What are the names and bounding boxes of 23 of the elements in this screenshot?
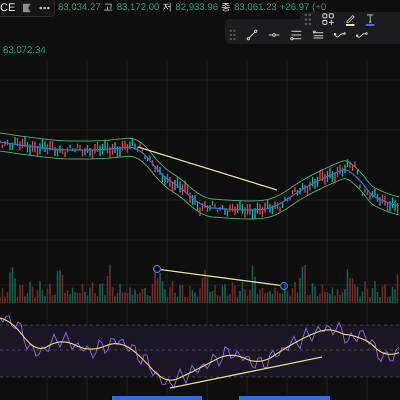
drag-handle-icon[interactable] bbox=[229, 29, 236, 41]
text-icon[interactable] bbox=[365, 13, 376, 26]
ohlc-value: 82,933.96 bbox=[175, 3, 218, 13]
trend-line[interactable] bbox=[138, 146, 278, 191]
symbol-name[interactable]: CE bbox=[0, 2, 16, 14]
ohlc-label: 종 bbox=[221, 3, 232, 13]
more-icon[interactable] bbox=[38, 6, 50, 10]
trend-line[interactable] bbox=[170, 356, 322, 389]
ohlc-label: 고 bbox=[104, 3, 114, 13]
flag-icon[interactable] bbox=[23, 3, 31, 13]
ohlc-label: 저 bbox=[162, 3, 172, 13]
price-label: 83,072.34 bbox=[3, 44, 46, 58]
parallel-lines-icon[interactable] bbox=[290, 29, 302, 41]
lines-icon[interactable] bbox=[312, 29, 324, 41]
ohlc-value: 83,034.27 bbox=[58, 3, 101, 13]
line-segment-icon[interactable] bbox=[246, 29, 258, 41]
trend-line[interactable] bbox=[152, 264, 288, 290]
drag-handle-icon[interactable] bbox=[304, 13, 312, 26]
pencil-icon[interactable] bbox=[344, 13, 356, 26]
shapes-plus-icon[interactable] bbox=[322, 13, 335, 26]
ohlc-value: 83,061.23 bbox=[234, 3, 277, 13]
ohlc-value: +26.97 (+0 bbox=[280, 3, 326, 13]
ohlc-value: 83,172.00 bbox=[116, 3, 160, 13]
